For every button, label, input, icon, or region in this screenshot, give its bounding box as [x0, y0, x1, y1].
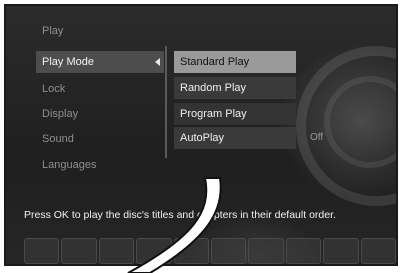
callout-pointer-icon	[127, 177, 222, 273]
callout-pointer-shape	[127, 177, 222, 273]
